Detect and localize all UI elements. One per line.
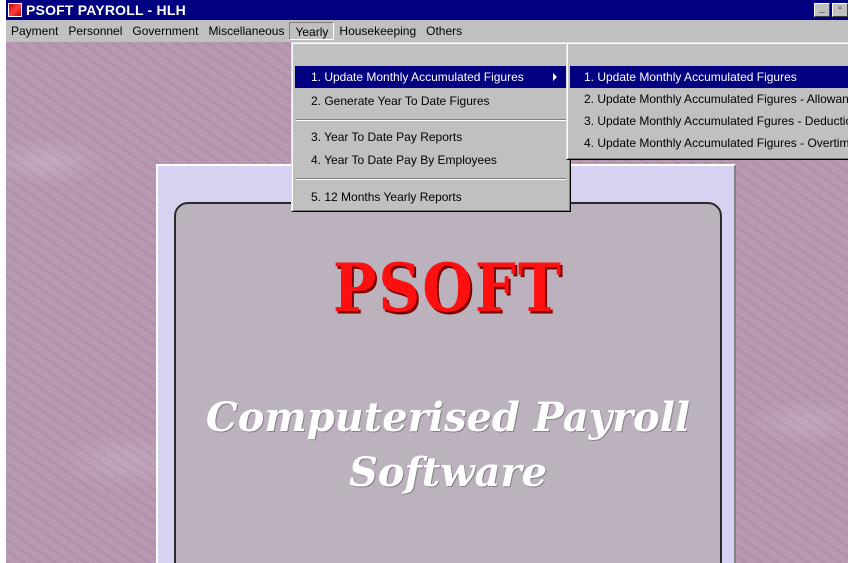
- app-window: PSOFT PAYROLL - HLH _ ▫ Payment Personne…: [6, 0, 848, 563]
- psoft-logo: PSOFT: [332, 248, 564, 328]
- menu-separator: [296, 119, 566, 121]
- tagline-line2: Software: [348, 449, 548, 496]
- yearly-dropdown-menu: 1. Update Monthly Accumulated Figures 2.…: [291, 42, 571, 212]
- splash-panel: PSOFT Computerised Payroll Software: [174, 202, 722, 563]
- submenu-item-accumulated[interactable]: 1. Update Monthly Accumulated Figures: [570, 66, 848, 88]
- submenu-item-overtime[interactable]: 4. Update Monthly Accumulated Figures - …: [570, 132, 848, 154]
- tagline-line1: Computerised Payroll: [205, 394, 691, 441]
- menu-payment[interactable]: Payment: [6, 22, 63, 40]
- menu-others[interactable]: Others: [421, 22, 467, 40]
- submenu-item-deduction[interactable]: 3. Update Monthly Accumulated Fgures - D…: [570, 110, 848, 132]
- menu-separator: [296, 178, 566, 180]
- menu-item-ytd-pay-reports[interactable]: 3. Year To Date Pay Reports: [295, 126, 567, 148]
- window-controls: _ ▫: [814, 3, 848, 17]
- splash-window: PSOFT Computerised Payroll Software: [156, 164, 736, 563]
- menu-miscellaneous[interactable]: Miscellaneous: [203, 22, 289, 40]
- menu-personnel[interactable]: Personnel: [63, 22, 127, 40]
- menu-item-update-monthly[interactable]: 1. Update Monthly Accumulated Figures: [295, 66, 567, 88]
- window-title: PSOFT PAYROLL - HLH: [26, 2, 186, 18]
- menu-item-ytd-pay-employees[interactable]: 4. Year To Date Pay By Employees: [295, 149, 567, 171]
- title-bar[interactable]: PSOFT PAYROLL - HLH _ ▫: [6, 0, 848, 20]
- app-logo-icon[interactable]: [8, 3, 22, 17]
- menu-item-label: 1. Update Monthly Accumulated Figures: [311, 70, 524, 84]
- menu-item-generate-ytd[interactable]: 2. Generate Year To Date Figures: [295, 90, 567, 112]
- menu-yearly[interactable]: Yearly: [289, 22, 335, 40]
- maximize-button[interactable]: ▫: [832, 3, 848, 17]
- submenu-arrow-icon: [553, 73, 557, 81]
- menu-bar: Payment Personnel Government Miscellaneo…: [6, 20, 848, 42]
- submenu-item-allowance[interactable]: 2. Update Monthly Accumulated Figures - …: [570, 88, 848, 110]
- minimize-button[interactable]: _: [814, 3, 830, 17]
- menu-housekeeping[interactable]: Housekeeping: [334, 22, 421, 40]
- update-monthly-submenu: 1. Update Monthly Accumulated Figures 2.…: [566, 42, 848, 160]
- menu-government[interactable]: Government: [127, 22, 203, 40]
- menu-item-12-months-reports[interactable]: 5. 12 Months Yearly Reports: [295, 186, 567, 208]
